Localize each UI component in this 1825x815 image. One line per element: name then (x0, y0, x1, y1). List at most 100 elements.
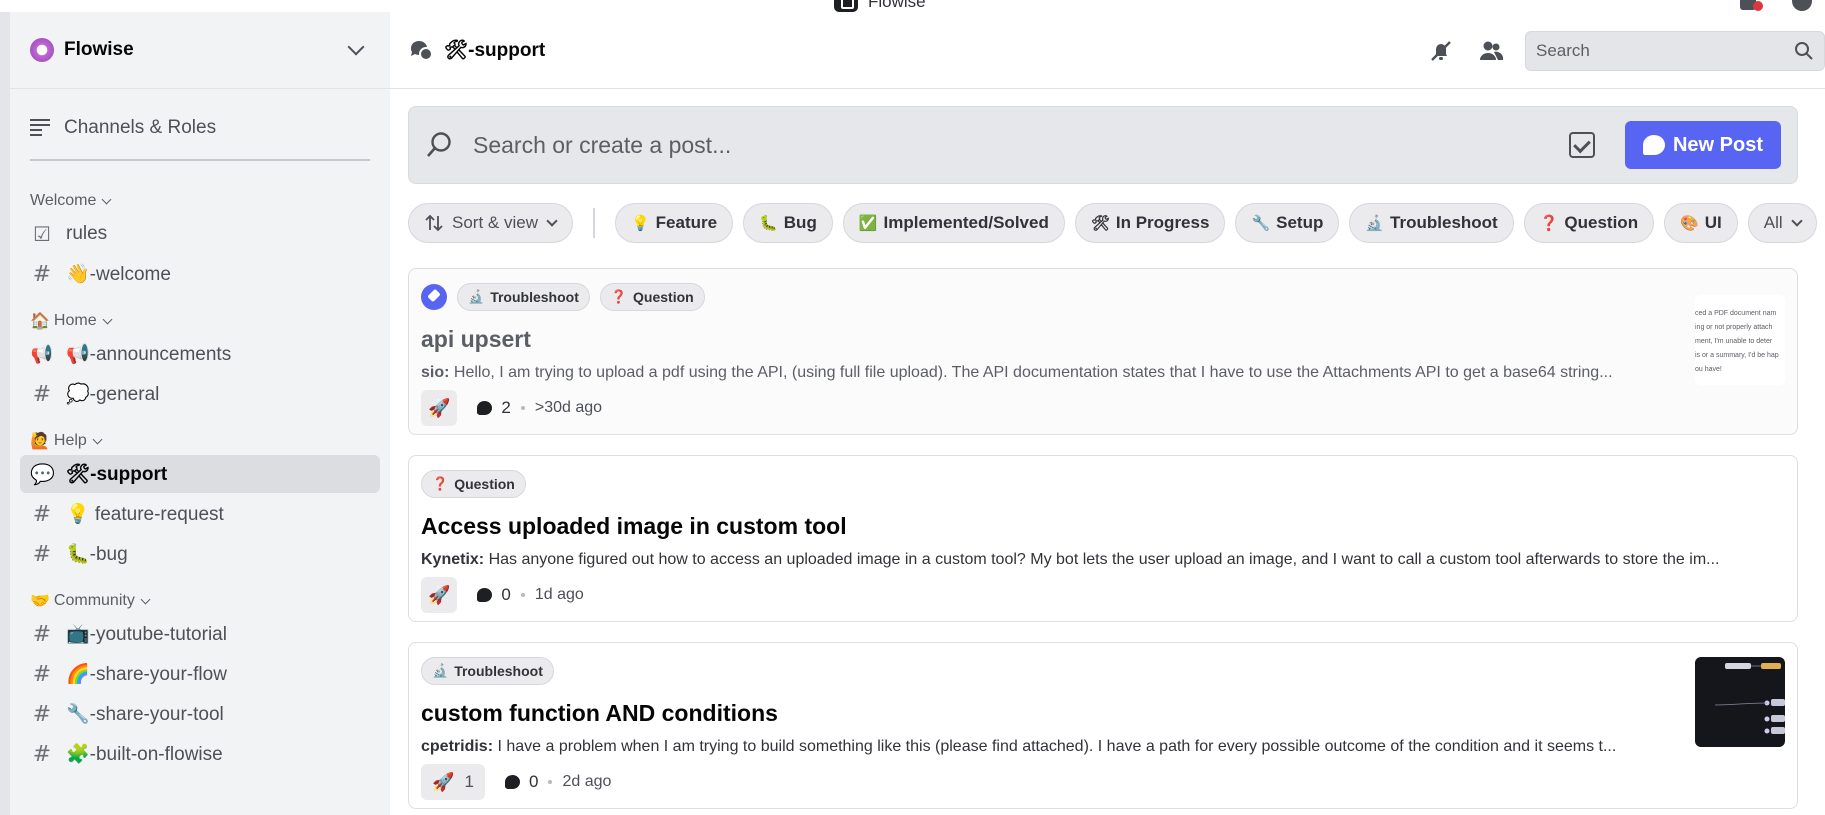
filter-tag-ui[interactable]: 🎨 UI (1664, 203, 1738, 243)
new-post-label: New Post (1672, 133, 1763, 156)
channel-rules[interactable]: ☑ rules (20, 215, 380, 253)
tag-emoji: ❓ (1539, 215, 1559, 232)
forum-content: Search or create a post... New Post Sort… (390, 89, 1825, 815)
tag-emoji: ❓ (610, 289, 628, 304)
channel-title: 🛠-support (444, 40, 546, 61)
channel-browser-icon (30, 118, 52, 138)
member-list-button[interactable] (1475, 35, 1507, 67)
message-count-icon (477, 401, 493, 415)
post-tag: ❓ Question (599, 283, 705, 311)
post-card[interactable]: 🔬 Troubleshoot custom function AND condit… (408, 642, 1798, 809)
filter-tag-setup[interactable]: 🔧 Setup (1235, 203, 1340, 243)
category-emoji: 🤝 (30, 593, 50, 610)
hash-icon: # (32, 261, 52, 287)
post-snippet-text: I have a problem when I am trying to bui… (497, 738, 1617, 755)
reaction-button[interactable]: 🚀 (421, 577, 458, 613)
thumb-line: ou have! (1695, 366, 1722, 373)
channel-share-your-tool[interactable]: # 🔧-share-your-tool (20, 695, 380, 733)
server-rail (0, 12, 10, 815)
filter-tag-in-progress[interactable]: 🛠 In Progress (1074, 203, 1226, 243)
app-logo-icon (834, 0, 858, 12)
channel-built-on-flowise[interactable]: # 🧩-built-on-flowise (20, 735, 380, 773)
reaction-button[interactable]: 🚀 (421, 390, 458, 426)
hash-icon: # (32, 621, 52, 647)
post-thumbnail[interactable] (1695, 657, 1785, 747)
filter-tag-feature[interactable]: 💡 Feature (614, 203, 734, 243)
header-search-input[interactable]: Search (1525, 30, 1825, 71)
server-header[interactable]: Flowise (10, 12, 390, 89)
channel-label: 🌈-share-your-flow (66, 664, 227, 685)
post-time: 2d ago (562, 773, 612, 790)
forum-icon (408, 39, 434, 61)
channel-announcements[interactable]: 📢 📢-announcements (20, 335, 380, 373)
channel-support[interactable]: 💬 🛠-support (20, 455, 380, 493)
hash-icon: # (32, 741, 52, 767)
tag-label: Troubleshoot (1390, 213, 1498, 232)
tag-label: Implemented/Solved (883, 213, 1049, 232)
rules-check-icon: ☑ (33, 222, 51, 246)
sort-and-view-button[interactable]: Sort & view (408, 203, 573, 243)
post-meta: 🚀 2 >30d ago (421, 390, 602, 426)
post-tag: ❓ Question (421, 470, 526, 498)
channel-label: 💡 feature-request (66, 504, 224, 525)
post-snippet: Kynetix: Has anyone figured out how to a… (421, 551, 1791, 569)
channel-sidebar: Flowise Channels & Roles Welcome ☑ rules… (10, 12, 390, 815)
thumb-line: ced a PDF document nam (1695, 310, 1777, 317)
post-time: >30d ago (534, 399, 603, 416)
chevron-down-icon (1791, 215, 1803, 227)
sort-icon (425, 214, 443, 232)
mute-notifications-button[interactable] (1425, 35, 1457, 67)
tag-emoji: 🎨 (1680, 215, 1699, 232)
category-label: Home (53, 312, 97, 329)
tag-emoji: 🔬 (468, 289, 485, 304)
notification-dot (1753, 1, 1763, 11)
tag-label: Feature (655, 213, 718, 232)
tag-label: Question (633, 289, 694, 305)
post-tags: 🔬 Troubleshoot (421, 657, 564, 685)
reaction-button[interactable]: 🚀 1 (421, 764, 485, 800)
channel-feature-request[interactable]: # 💡 feature-request (20, 495, 380, 533)
channel-youtube-tutorial[interactable]: # 📺-youtube-tutorial (20, 615, 380, 653)
filter-tag-bug[interactable]: 🐛 Bug (743, 203, 833, 243)
post-card[interactable]: ❓ Question Access uploaded image in custo… (408, 455, 1798, 622)
filter-all-dropdown[interactable]: All (1747, 203, 1817, 243)
channels-and-roles-link[interactable]: Channels & Roles (10, 113, 390, 143)
filter-bar: Sort & view 💡 Feature 🐛 Bug ✅ Implemented/S… (408, 203, 1818, 243)
new-post-button[interactable]: New Post (1624, 121, 1781, 169)
help-icon[interactable] (1792, 0, 1812, 11)
chevron-down-icon (546, 215, 558, 227)
category-community[interactable]: 🤝 Community (10, 589, 390, 613)
all-label: All (1763, 213, 1783, 232)
channel-label: 👋-welcome (66, 264, 171, 285)
post-tags: 🔬 Troubleshoot ❓ Question (421, 283, 715, 311)
channel-general[interactable]: # 💭-general (20, 375, 380, 413)
category-help[interactable]: 🙋 Help (10, 429, 390, 453)
thumb-line: ing or not properly attach (1695, 324, 1773, 331)
tag-emoji: 💡 (630, 215, 650, 232)
category-label: Help (53, 432, 87, 449)
hash-icon: # (32, 661, 52, 687)
filter-tag-implemented-solved[interactable]: ✅ Implemented/Solved (842, 203, 1065, 243)
post-search-input[interactable]: Search or create a post... New Post (408, 106, 1798, 184)
filter-tag-question[interactable]: ❓ Question (1523, 203, 1655, 243)
filter-divider (592, 208, 595, 238)
post-snippet: sio: Hello, I am trying to upload a pdf … (421, 364, 1691, 382)
forum-guidelines-icon[interactable] (1568, 132, 1595, 158)
tag-label: Setup (1276, 213, 1324, 232)
window-titlebar: Flowise (0, 0, 1825, 12)
members-icon (1480, 41, 1504, 60)
channel-label: rules (66, 223, 108, 244)
post-card[interactable]: 🔬 Troubleshoot ❓ Question api upsert sio: … (408, 268, 1798, 435)
category-emoji: 🏠 (30, 313, 50, 330)
channel-welcome[interactable]: # 👋-welcome (20, 255, 380, 293)
post-author: Kynetix: (421, 551, 485, 568)
post-author: cpetridis: (421, 738, 494, 755)
channel-share-your-flow[interactable]: # 🌈-share-your-flow (20, 655, 380, 693)
channel-label: 🧩-built-on-flowise (66, 744, 223, 765)
tag-emoji: 🔬 (432, 663, 449, 678)
filter-tag-troubleshoot[interactable]: 🔬 Troubleshoot (1349, 203, 1514, 243)
category-home[interactable]: 🏠 Home (10, 309, 390, 333)
channel-bug[interactable]: # 🐛-bug (20, 535, 380, 573)
category-welcome[interactable]: Welcome (10, 189, 390, 213)
post-thumbnail[interactable]: ced a PDF document nam ing or not proper… (1695, 295, 1785, 385)
